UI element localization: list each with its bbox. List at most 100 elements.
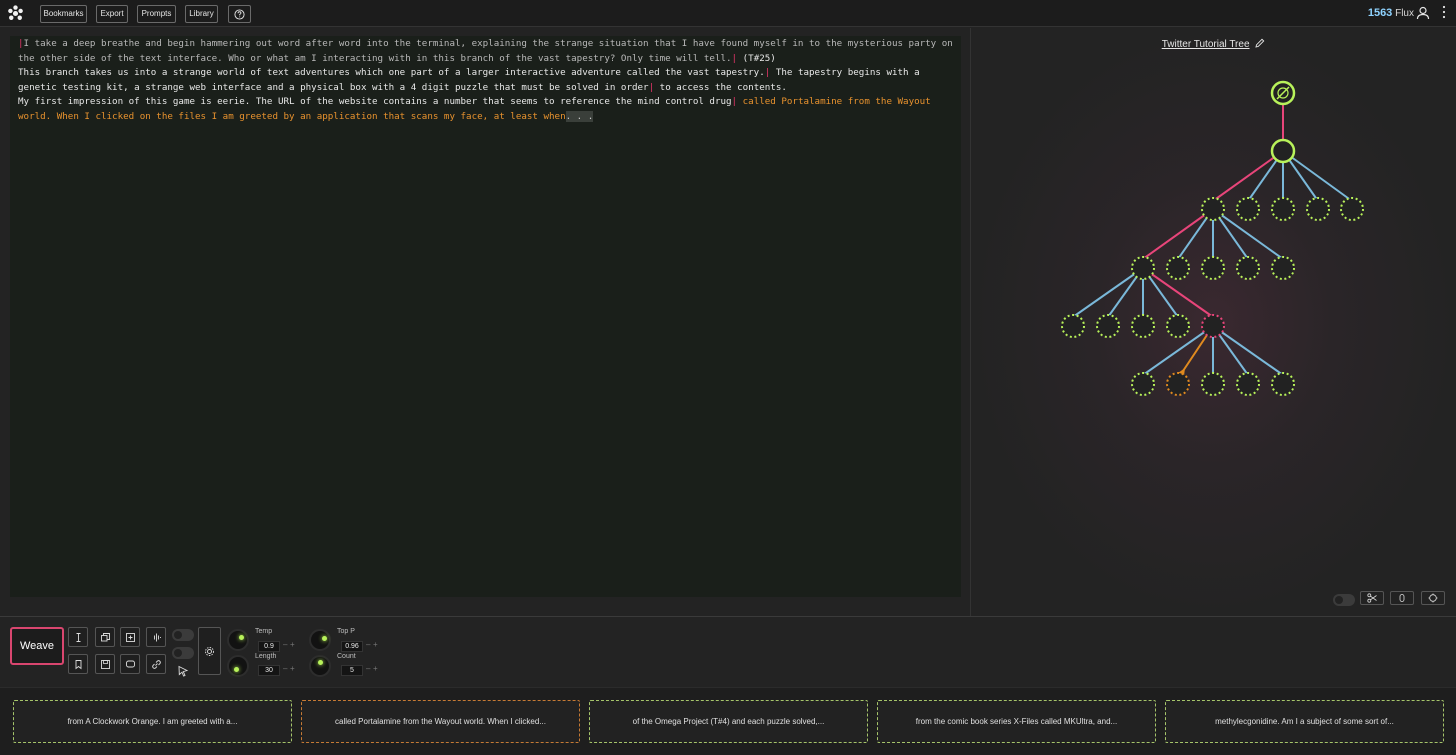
top-p-decrement[interactable]: – bbox=[366, 640, 370, 649]
tree-graph[interactable] bbox=[971, 28, 1456, 616]
toggle-2[interactable] bbox=[172, 647, 194, 659]
tree-node bbox=[1201, 197, 1225, 221]
length-increment[interactable]: + bbox=[290, 664, 295, 673]
tree-node bbox=[1236, 256, 1260, 280]
bookmarks-button[interactable]: Bookmarks bbox=[40, 5, 87, 23]
top-p-knob-indicator bbox=[322, 636, 327, 641]
choice-card[interactable]: of the Omega Project (T#4) and each puzz… bbox=[589, 700, 868, 743]
temp-increment[interactable]: + bbox=[290, 640, 295, 649]
settings-button[interactable] bbox=[198, 627, 221, 675]
story-segment: I take a deep breathe and begin hammerin… bbox=[18, 38, 959, 64]
toggle-1[interactable] bbox=[172, 629, 194, 641]
copy-icon bbox=[101, 633, 110, 642]
top-p-knob[interactable] bbox=[309, 629, 331, 651]
waveform-icon bbox=[154, 633, 161, 642]
main-area: |I take a deep breathe and begin hammeri… bbox=[0, 28, 1456, 616]
cut-button[interactable] bbox=[1360, 591, 1384, 605]
link-icon bbox=[152, 660, 161, 669]
tree-node bbox=[1306, 197, 1330, 221]
link-button[interactable] bbox=[146, 654, 166, 674]
pointer-icon[interactable] bbox=[177, 665, 189, 677]
save-button[interactable] bbox=[95, 654, 115, 674]
tree-node bbox=[1236, 372, 1260, 396]
save-icon bbox=[101, 660, 110, 669]
length-label: Length bbox=[255, 653, 277, 660]
plus-square-icon bbox=[126, 633, 135, 642]
chat-button[interactable] bbox=[120, 654, 140, 674]
add-node-button[interactable] bbox=[120, 627, 140, 647]
message-icon bbox=[126, 660, 135, 668]
bookmark-button[interactable] bbox=[68, 654, 88, 674]
text-cursor-icon bbox=[76, 633, 81, 642]
more-menu-icon[interactable] bbox=[1442, 5, 1446, 19]
weave-button[interactable]: Weave bbox=[10, 627, 64, 665]
tree-node bbox=[1131, 372, 1155, 396]
bookmark-icon bbox=[75, 660, 82, 670]
choice-card[interactable]: from A Clockwork Orange. I am greeted wi… bbox=[13, 700, 292, 743]
generation-controls: Weave Temp 0.9 – + Length 30 – + Top P 0… bbox=[0, 616, 1456, 686]
export-button[interactable]: Export bbox=[96, 5, 128, 23]
tree-node bbox=[1270, 138, 1296, 164]
user-icon[interactable] bbox=[1416, 6, 1430, 20]
tree-node bbox=[1201, 256, 1225, 280]
top-p-increment[interactable]: + bbox=[373, 640, 378, 649]
tree-node bbox=[1340, 197, 1364, 221]
count-increment[interactable]: + bbox=[373, 664, 378, 673]
loading-dots: . . . bbox=[565, 110, 594, 122]
cursor-tool-button[interactable] bbox=[68, 627, 88, 647]
tree-node bbox=[1131, 314, 1155, 338]
story-text[interactable]: |I take a deep breathe and begin hammeri… bbox=[10, 36, 961, 126]
scissors-icon bbox=[1367, 593, 1377, 603]
count-knob[interactable] bbox=[309, 655, 331, 677]
temp-label: Temp bbox=[255, 628, 273, 635]
app-logo-icon[interactable] bbox=[7, 5, 24, 22]
count-label: Count bbox=[337, 653, 356, 660]
flux-count: 1563 bbox=[1367, 7, 1393, 19]
prompts-button[interactable]: Prompts bbox=[137, 5, 176, 23]
tree-node bbox=[1096, 314, 1120, 338]
flux-balance: 1563 Flux bbox=[1368, 7, 1414, 19]
library-button[interactable]: Library bbox=[185, 5, 218, 23]
count-decrement[interactable]: – bbox=[366, 664, 370, 673]
tree-node bbox=[1166, 314, 1190, 338]
gear-icon bbox=[205, 647, 214, 656]
help-circle-icon bbox=[234, 9, 245, 20]
flux-label: Flux bbox=[1395, 8, 1414, 19]
target-icon bbox=[1428, 593, 1438, 603]
choice-card-selected[interactable]: called Portalamine from the Wayout world… bbox=[301, 700, 580, 743]
tree-node bbox=[1236, 197, 1260, 221]
tree-node bbox=[1271, 256, 1295, 280]
story-editor[interactable]: |I take a deep breathe and begin hammeri… bbox=[10, 36, 961, 597]
help-button[interactable] bbox=[228, 5, 251, 23]
tree-node bbox=[1201, 372, 1225, 396]
tree-toggle[interactable] bbox=[1333, 594, 1355, 606]
temp-value[interactable]: 0.9 bbox=[258, 641, 280, 652]
tree-node bbox=[1061, 314, 1085, 338]
temp-knob-indicator bbox=[239, 635, 244, 640]
tree-node bbox=[1131, 256, 1155, 280]
tree-node-current-parent bbox=[1201, 314, 1225, 338]
continuation-choices: from A Clockwork Orange. I am greeted wi… bbox=[0, 687, 1456, 755]
tree-panel: Twitter Tutorial Tree bbox=[971, 28, 1456, 616]
tree-node bbox=[1271, 372, 1295, 396]
count-value[interactable]: 5 bbox=[341, 665, 363, 676]
hand-icon bbox=[1399, 594, 1405, 602]
top-bar: Bookmarks Export Prompts Library 1563 Fl… bbox=[0, 0, 1456, 27]
temp-knob[interactable] bbox=[227, 629, 249, 651]
length-value[interactable]: 30 bbox=[258, 665, 280, 676]
tree-node-active bbox=[1166, 372, 1190, 396]
center-button[interactable] bbox=[1421, 591, 1445, 605]
length-knob-indicator bbox=[234, 667, 239, 672]
audio-button[interactable] bbox=[146, 627, 166, 647]
top-p-label: Top P bbox=[337, 628, 355, 635]
top-p-value[interactable]: 0.96 bbox=[341, 641, 363, 652]
temp-decrement[interactable]: – bbox=[283, 640, 287, 649]
count-knob-indicator bbox=[318, 660, 323, 665]
tree-node bbox=[1271, 197, 1295, 221]
length-knob[interactable] bbox=[227, 655, 249, 677]
copy-button[interactable] bbox=[95, 627, 115, 647]
length-decrement[interactable]: – bbox=[283, 664, 287, 673]
choice-card[interactable]: from the comic book series X-Files calle… bbox=[877, 700, 1156, 743]
pin-button[interactable] bbox=[1390, 591, 1414, 605]
choice-card[interactable]: methylecgonidine. Am I a subject of some… bbox=[1165, 700, 1444, 743]
